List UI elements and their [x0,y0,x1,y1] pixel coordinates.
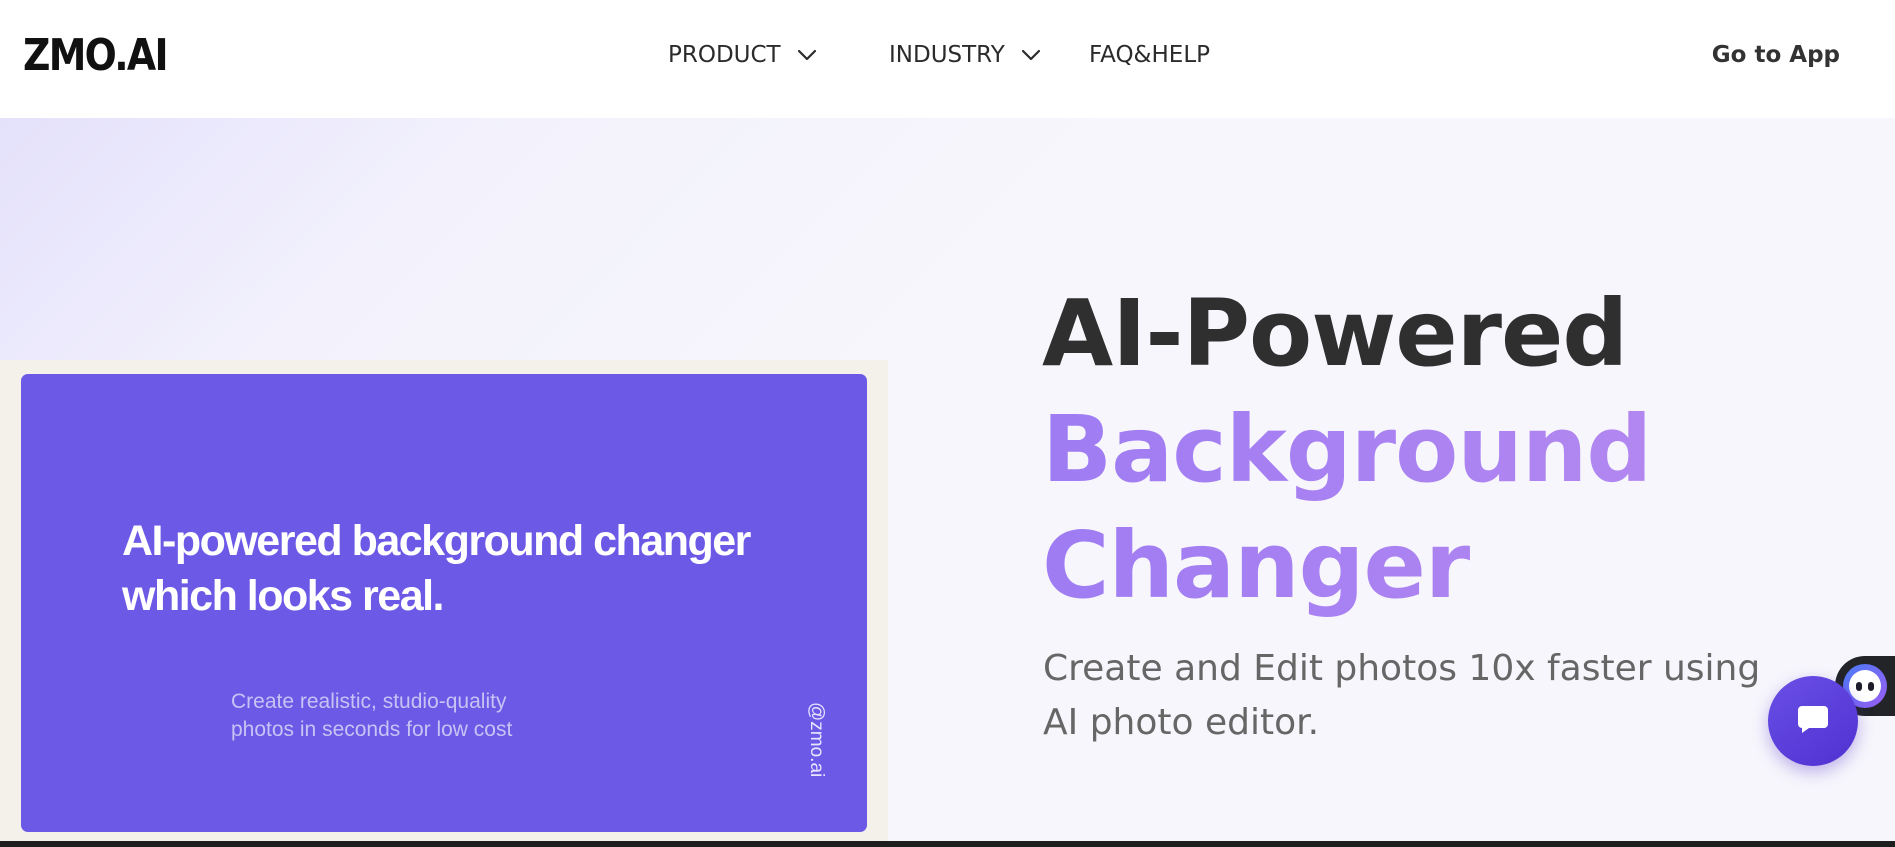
nav-faq-label: FAQ&HELP [1089,42,1210,68]
chat-bubble-icon [1796,703,1830,739]
logo[interactable]: ZMO.AI [23,30,169,81]
nav-faq-help[interactable]: FAQ&HELP [1089,42,1210,68]
chevron-down-icon [797,49,817,61]
nav-product[interactable]: PRODUCT [668,42,817,68]
hero-title-line1: AI-Powered [1042,280,1628,387]
nav-industry[interactable]: INDUSTRY [889,42,1041,68]
hero-title-line2: Background [1042,392,1652,508]
hero-section: AI-powered background changer which look… [0,118,1895,841]
go-to-app-button[interactable]: Go to App [1712,42,1840,68]
nav-product-label: PRODUCT [668,42,781,68]
video-subtext: Create realistic, studio-quality photos … [231,690,513,741]
site-header: ZMO.AI PRODUCT INDUSTRY FAQ&HELP Go to A… [0,0,1895,118]
chevron-down-icon [1021,49,1041,61]
hero-title-line3: Changer [1042,508,1651,624]
promo-video[interactable]: AI-powered background changer which look… [21,374,867,832]
hero-title: AI-Powered Background Changer [1042,276,1652,624]
video-handle: @zmo.ai [806,702,827,778]
nav-industry-label: INDUSTRY [889,42,1005,68]
video-headline: AI-powered background changer which look… [122,517,751,620]
hero-subtitle: Create and Edit photos 10x faster using … [1043,648,1761,743]
chat-button[interactable] [1768,676,1858,766]
bottom-bar [0,841,1895,847]
